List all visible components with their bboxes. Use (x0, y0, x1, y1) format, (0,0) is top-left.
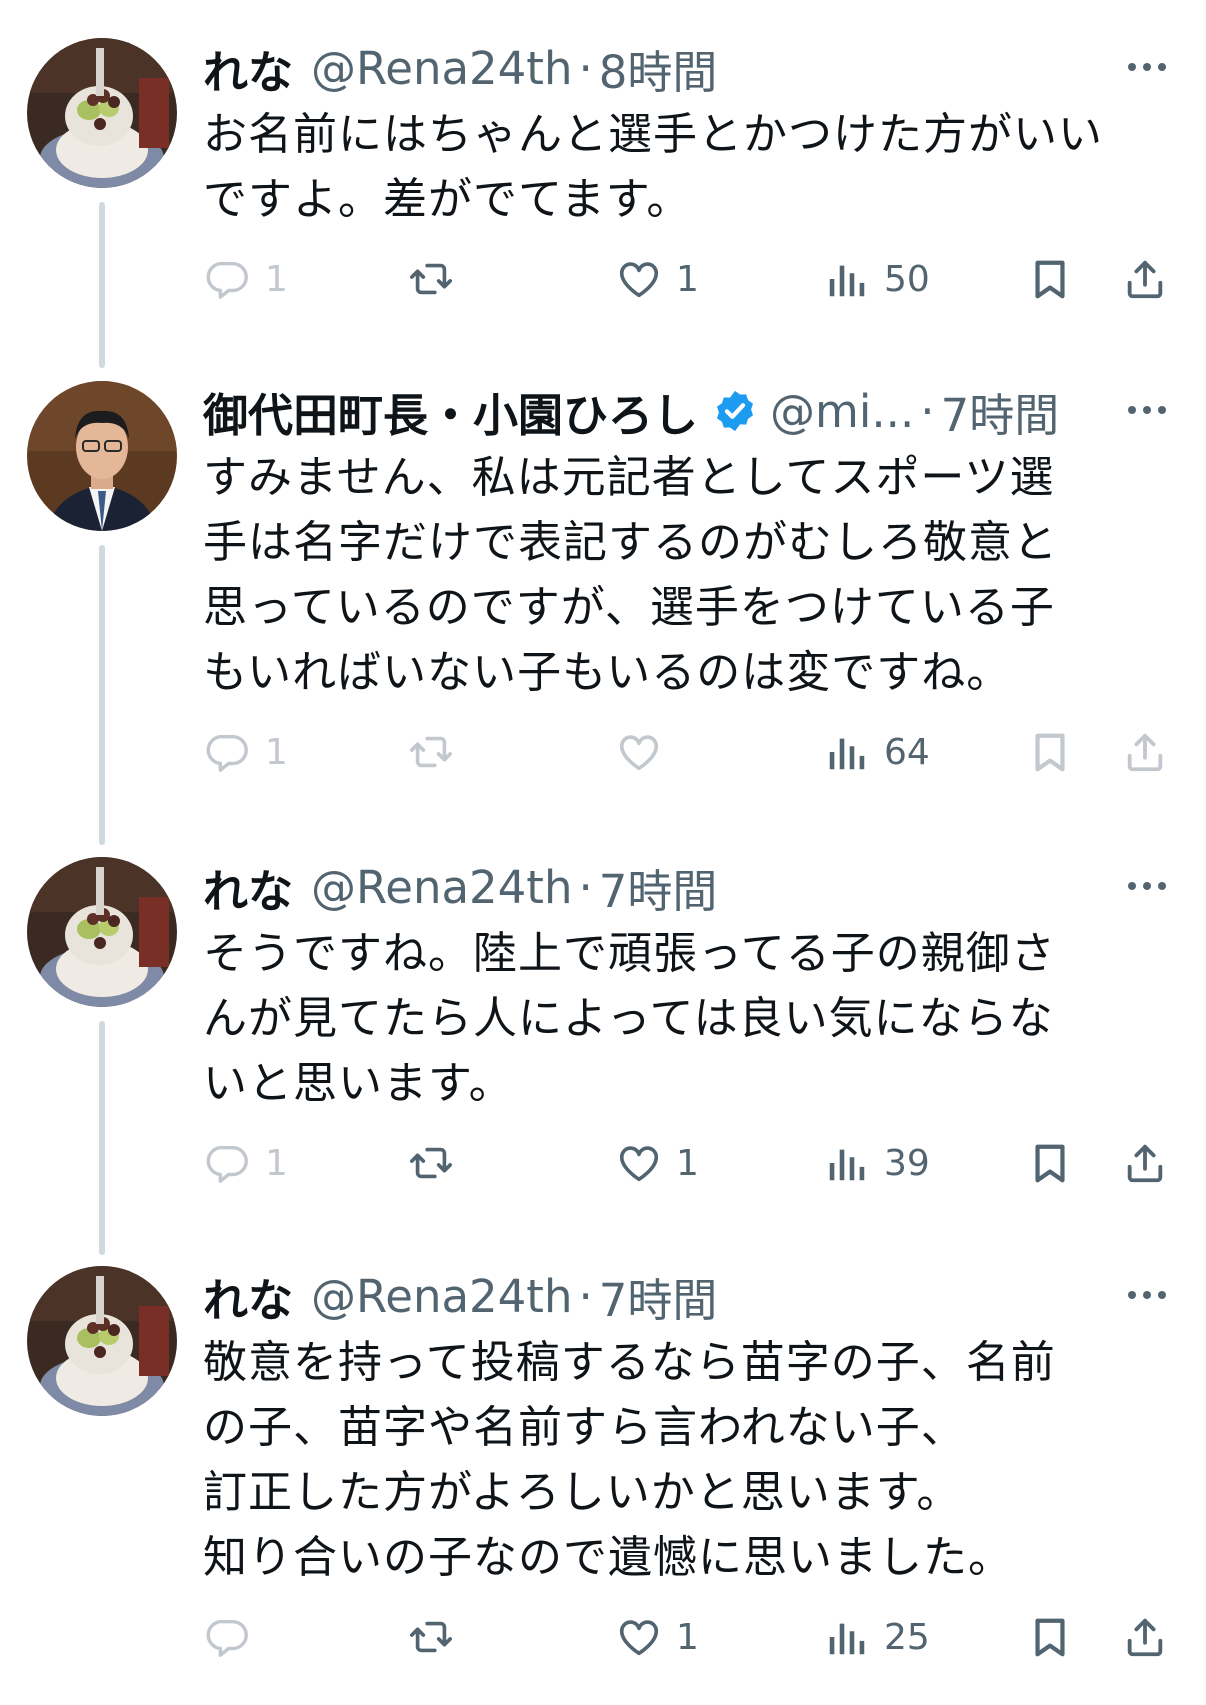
like-button[interactable]: 1 (616, 1133, 699, 1193)
views-button[interactable]: 39 (824, 1133, 930, 1193)
views-count: 25 (884, 1616, 930, 1658)
retweet-icon (408, 729, 454, 775)
bookmark-button[interactable] (1027, 722, 1073, 782)
more-icon[interactable] (1124, 395, 1170, 425)
avatar[interactable] (27, 857, 177, 1007)
retweet-icon (408, 256, 454, 302)
share-icon (1122, 1614, 1168, 1660)
tweet-text: そうですね。陸上で頑張ってる子の親御さ んが見てたら人によっては良い気にならな … (203, 928, 1056, 1109)
like-icon (616, 729, 662, 775)
user-handle[interactable]: @Rena24th (311, 1270, 572, 1323)
user-handle[interactable]: @mi... (770, 385, 914, 438)
retweet-button[interactable] (408, 722, 454, 782)
more-icon[interactable] (1124, 52, 1170, 82)
bookmark-button[interactable] (1027, 1133, 1073, 1193)
reply-icon (205, 729, 251, 775)
thread-connector-line (99, 545, 105, 845)
reply-count: 1 (265, 731, 288, 773)
tweet-text: すみません、私は元記者としてスポーツ選 手は名字だけで表記するのがむしろ敬意と … (203, 452, 1058, 698)
avatar[interactable] (27, 38, 177, 188)
bookmark-button[interactable] (1027, 249, 1073, 309)
action-bar: 1 1 50 (0, 249, 1206, 309)
separator-dot: · (578, 1269, 593, 1323)
reply-icon (205, 256, 251, 302)
share-button[interactable] (1122, 1133, 1168, 1193)
separator-dot: · (578, 860, 593, 914)
like-count: 1 (676, 1142, 699, 1184)
views-icon (824, 729, 870, 775)
tweet-text: お名前にはちゃんと選手とかつけた方がいい ですよ。差がでてます。 (203, 109, 1103, 225)
retweet-icon (408, 1614, 454, 1660)
views-count: 39 (884, 1142, 930, 1184)
separator-dot: · (920, 384, 935, 438)
display-name[interactable]: れな (203, 855, 293, 920)
like-icon (616, 1140, 662, 1186)
timestamp[interactable]: 7時間 (599, 1264, 718, 1329)
reply-button[interactable]: 1 (205, 722, 288, 782)
reply-count: 1 (265, 258, 288, 300)
bookmark-icon (1027, 1140, 1073, 1186)
tweet-header: れな @Rena24th · 8時間 (203, 36, 718, 101)
reply-button[interactable] (205, 1607, 251, 1667)
views-count: 64 (884, 731, 930, 773)
reply-icon (205, 1140, 251, 1186)
bookmark-icon (1027, 1614, 1073, 1660)
display-name[interactable]: 御代田町長・小園ひろし (203, 379, 698, 444)
views-icon (824, 1614, 870, 1660)
retweet-button[interactable] (408, 1607, 454, 1667)
separator-dot: · (578, 41, 593, 95)
reply-icon (205, 1614, 251, 1660)
like-icon (616, 1614, 662, 1660)
views-icon (824, 1140, 870, 1186)
avatar[interactable] (27, 1266, 177, 1416)
retweet-button[interactable] (408, 249, 454, 309)
like-count: 1 (676, 1616, 699, 1658)
tweet-header: 御代田町長・小園ひろし @mi... · 7時間 (203, 379, 1060, 444)
retweet-button[interactable] (408, 1133, 454, 1193)
timestamp[interactable]: 7時間 (941, 379, 1060, 444)
retweet-icon (408, 1140, 454, 1186)
timestamp[interactable]: 8時間 (599, 36, 718, 101)
like-button[interactable] (616, 722, 662, 782)
reply-count: 1 (265, 1142, 288, 1184)
like-button[interactable]: 1 (616, 1607, 699, 1667)
share-button[interactable] (1122, 249, 1168, 309)
user-handle[interactable]: @Rena24th (311, 861, 572, 914)
user-handle[interactable]: @Rena24th (311, 42, 572, 95)
views-button[interactable]: 25 (824, 1607, 930, 1667)
tweet-text: 敬意を持って投稿するなら苗字の子、名前 の子、苗字や名前すら言われない子、 訂正… (203, 1337, 1056, 1583)
more-icon[interactable] (1124, 1280, 1170, 1310)
timestamp[interactable]: 7時間 (599, 855, 718, 920)
reply-button[interactable]: 1 (205, 1133, 288, 1193)
share-icon (1122, 729, 1168, 775)
like-button[interactable]: 1 (616, 249, 699, 309)
views-icon (824, 256, 870, 302)
avatar[interactable] (27, 381, 177, 531)
action-bar: 1 1 39 (0, 1133, 1206, 1193)
reply-button[interactable]: 1 (205, 249, 288, 309)
bookmark-button[interactable] (1027, 1607, 1073, 1667)
tweet-header: れな @Rena24th · 7時間 (203, 1264, 718, 1329)
like-count: 1 (676, 258, 699, 300)
share-icon (1122, 256, 1168, 302)
conversation-thread: れな @Rena24th · 8時間 お名前にはちゃんと選手とかつけた方がいい … (0, 0, 1206, 1705)
action-bar: 1 25 (0, 1607, 1206, 1667)
bookmark-icon (1027, 729, 1073, 775)
views-count: 50 (884, 258, 930, 300)
share-button[interactable] (1122, 1607, 1168, 1667)
display-name[interactable]: れな (203, 1264, 293, 1329)
views-button[interactable]: 50 (824, 249, 930, 309)
tweet-header: れな @Rena24th · 7時間 (203, 855, 718, 920)
like-icon (616, 256, 662, 302)
bookmark-icon (1027, 256, 1073, 302)
action-bar: 1 64 (0, 722, 1206, 782)
share-button[interactable] (1122, 722, 1168, 782)
views-button[interactable]: 64 (824, 722, 930, 782)
share-icon (1122, 1140, 1168, 1186)
display-name[interactable]: れな (203, 36, 293, 101)
verified-badge-icon[interactable] (712, 388, 758, 434)
more-icon[interactable] (1124, 871, 1170, 901)
